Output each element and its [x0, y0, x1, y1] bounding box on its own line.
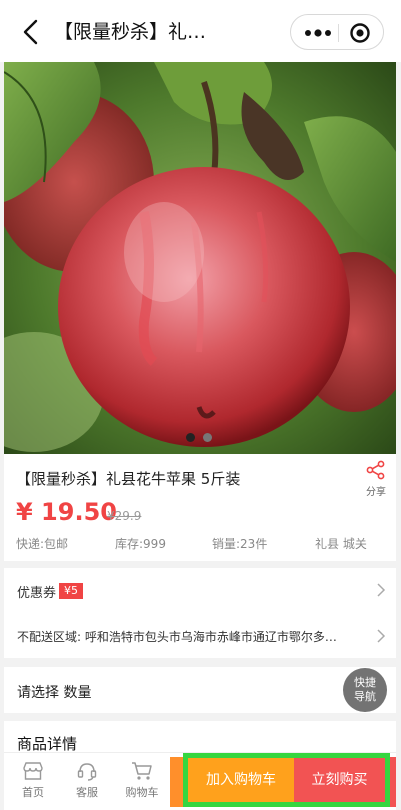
product-name: 【限量秒杀】礼县花牛苹果 5斤装 [16, 470, 241, 488]
coupon-badge: ¥5 [59, 583, 83, 599]
shop-icon [23, 762, 43, 780]
carousel-dot[interactable] [203, 433, 212, 442]
apple-illustration [4, 62, 396, 454]
product-info-card: 【限量秒杀】礼县花牛苹果 5斤装 分享 ¥ 19.50 ¥29.9 快递:包邮 … [4, 454, 396, 561]
coupon-delivery-section: 优惠券 ¥5 不配送区域: 呼和浩特市包头市乌海市赤峰市通辽市鄂尔多… [4, 568, 396, 658]
target-circle-icon[interactable] [349, 22, 371, 44]
carousel-dot-active[interactable] [186, 433, 195, 442]
spec-select-row[interactable]: 请选择 数量 [4, 667, 396, 713]
quick-nav-label-1: 快捷 [354, 676, 376, 689]
cart-icon [132, 762, 152, 780]
quick-nav-button[interactable]: 快捷 导航 [343, 668, 387, 712]
details-heading: 商品详情 [17, 735, 78, 753]
buy-now-button[interactable]: 立刻购买 [294, 758, 385, 802]
chevron-left-icon[interactable] [18, 18, 44, 46]
coupon-label: 优惠券 [17, 586, 57, 601]
spec-select-label: 请选择 数量 [17, 685, 92, 701]
share-icon [366, 460, 385, 480]
more-dots-icon[interactable] [304, 27, 332, 39]
share-label: 分享 [366, 487, 386, 498]
cta-highlight-frame: 加入购物车 立刻购买 [183, 753, 390, 807]
shipping-info: 快递:包邮 [16, 537, 69, 551]
tab-cart-label: 购物车 [125, 786, 159, 799]
tab-cart[interactable]: 购物车 [117, 761, 167, 800]
tab-customer-service[interactable]: 客服 [62, 761, 112, 800]
top-nav-bar: 【限量秒杀】礼… [0, 0, 401, 62]
coupon-row[interactable]: 优惠券 ¥5 [4, 568, 396, 612]
delivery-restriction-row[interactable]: 不配送区域: 呼和浩特市包头市乌海市赤峰市通辽市鄂尔多… [4, 614, 396, 658]
page-title: 【限量秒杀】礼… [54, 21, 207, 43]
chevron-right-icon [377, 583, 386, 597]
cta-edge [390, 757, 396, 807]
current-price: ¥ 19.50 [16, 498, 117, 526]
tab-customer-service-label: 客服 [76, 786, 98, 799]
chevron-right-icon [377, 629, 386, 643]
product-image[interactable] [4, 62, 396, 454]
tab-home-label: 首页 [22, 786, 44, 799]
stock-info: 库存:999 [115, 537, 166, 551]
origin-info: 礼县 城关 [315, 537, 367, 551]
share-button[interactable]: 分享 [360, 460, 392, 498]
headset-icon [77, 763, 97, 781]
delivery-restriction-text: 不配送区域: 呼和浩特市包头市乌海市赤峰市通辽市鄂尔多… [17, 630, 337, 644]
add-to-cart-button[interactable]: 加入购物车 [188, 758, 294, 802]
mini-program-capsule [290, 14, 384, 50]
original-price: ¥29.9 [107, 509, 142, 523]
tab-home[interactable]: 首页 [8, 761, 58, 800]
capsule-divider [338, 24, 339, 42]
sales-info: 销量:23件 [212, 537, 268, 551]
bottom-action-bar: 首页 客服 购物车 加入购物车 立刻购买 [4, 752, 396, 810]
quick-nav-label-2: 导航 [354, 690, 376, 703]
